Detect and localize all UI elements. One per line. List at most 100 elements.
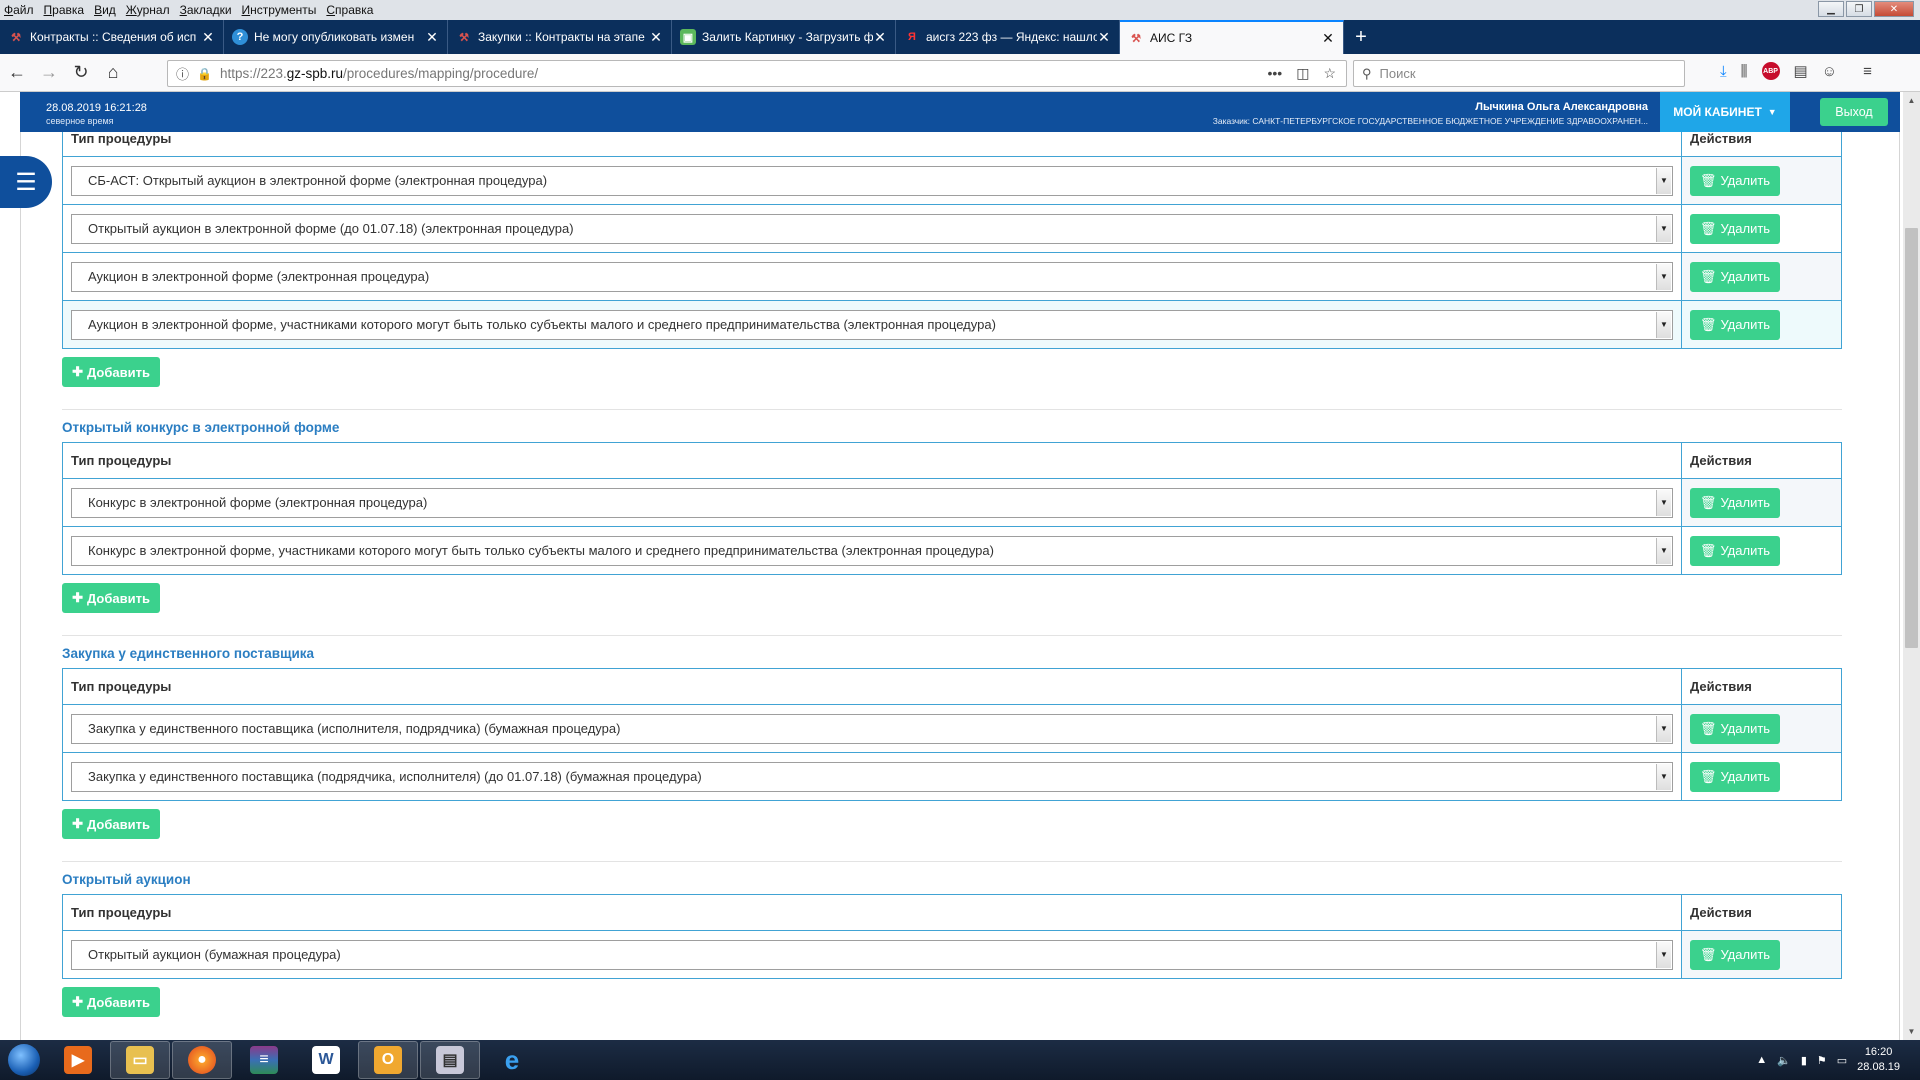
chevron-down-icon[interactable]: ▼ — [1656, 311, 1671, 338]
close-icon[interactable]: ✕ — [1097, 29, 1111, 46]
minimize-button[interactable]: ▁ — [1818, 1, 1844, 17]
browser-tab-active[interactable]: ⚒ АИС ГЗ ✕ — [1120, 20, 1344, 54]
close-icon[interactable]: ✕ — [873, 29, 887, 46]
delete-button[interactable]: 🗑 Удалить — [1690, 309, 1780, 340]
page-scrollbar[interactable]: ▲ ▼ — [1903, 92, 1920, 1040]
maximize-button[interactable]: ❐ — [1846, 1, 1872, 17]
clock[interactable]: 16:20 28.08.19 — [1857, 1045, 1900, 1075]
volume-icon[interactable]: 🔈 — [1777, 1054, 1791, 1067]
procedure-select[interactable]: Закупка у единственного поставщика (испо… — [71, 713, 1673, 744]
scrollbar-thumb[interactable] — [1905, 228, 1918, 648]
logout-button[interactable]: Выход — [1820, 98, 1888, 126]
adblock-icon[interactable]: ABP — [1761, 62, 1780, 80]
scroll-up-arrow[interactable]: ▲ — [1903, 92, 1920, 109]
menu-view[interactable]: Вид — [94, 3, 116, 17]
delete-button[interactable]: 🗑 Удалить — [1690, 535, 1780, 566]
address-bar[interactable]: ⓘ 🔒 https://223.gz-spb.ru/procedures/map… — [167, 60, 1347, 87]
procedure-select[interactable]: Аукцион в электронной форме, участниками… — [71, 309, 1673, 340]
chevron-down-icon[interactable]: ▼ — [1656, 715, 1671, 742]
scroll-down-arrow[interactable]: ▼ — [1903, 1023, 1920, 1040]
procedure-select[interactable]: Закупка у единственного поставщика (подр… — [71, 761, 1673, 792]
close-icon[interactable]: ✕ — [1321, 30, 1335, 47]
bookmark-star-icon[interactable]: ☆ — [1323, 65, 1336, 82]
menu-history[interactable]: Журнал — [126, 3, 170, 17]
add-button[interactable]: ✚ Добавить — [62, 357, 160, 387]
browser-tab[interactable]: ▣ Залить Картинку - Загрузить ф ✕ — [672, 20, 896, 54]
delete-button[interactable]: 🗑 Удалить — [1690, 487, 1780, 518]
close-icon[interactable]: ✕ — [425, 29, 439, 46]
taskbar-explorer[interactable]: ▭ — [110, 1041, 170, 1079]
chevron-down-icon[interactable]: ▼ — [1656, 763, 1671, 790]
sidebar-icon[interactable]: ▤ — [1794, 62, 1808, 80]
column-header-type: Тип процедуры — [62, 894, 1682, 931]
procedure-select[interactable]: Конкурс в электронной форме (электронная… — [71, 487, 1673, 518]
procedure-select[interactable]: Аукцион в электронной форме (электронная… — [71, 261, 1673, 292]
menu-bookmarks[interactable]: Закладки — [180, 3, 232, 17]
search-input[interactable]: ⚲ Поиск — [1353, 60, 1685, 87]
new-tab-button[interactable]: + — [1344, 20, 1378, 54]
browser-tab[interactable]: ⚒ Контракты :: Сведения об исп ✕ — [0, 20, 224, 54]
network-icon[interactable]: ▮ — [1801, 1054, 1807, 1067]
url-text[interactable]: https://223.gz-spb.ru/procedures/mapping… — [220, 66, 1268, 81]
back-button[interactable]: ← — [2, 58, 32, 88]
hammer-icon: ⚒ — [459, 31, 469, 44]
chevron-down-icon[interactable]: ▼ — [1656, 263, 1671, 290]
chevron-down-icon[interactable]: ▼ — [1656, 537, 1671, 564]
user-name: Лычкина Ольга Александровна — [1475, 101, 1648, 113]
info-icon[interactable]: ⓘ — [176, 64, 189, 83]
my-cabinet-button[interactable]: МОЙ КАБИНЕТ ▼ — [1660, 92, 1790, 132]
windows-taskbar: ▶ ▭ ● ≡ W O ▤ e ▲ 🔈 ▮ ⚑ ▭ 16:20 28.08.19 — [0, 1040, 1920, 1080]
chevron-down-icon[interactable]: ▼ — [1656, 215, 1671, 242]
menu-help[interactable]: Справка — [326, 3, 373, 17]
display-icon[interactable]: ▭ — [1837, 1054, 1847, 1067]
forward-button[interactable]: → — [34, 58, 64, 88]
procedure-select[interactable]: Открытый аукцион (бумажная процедура) ▼ — [71, 939, 1673, 970]
timezone-label: северное время — [46, 116, 114, 126]
chevron-down-icon[interactable]: ▼ — [1656, 941, 1671, 968]
close-icon[interactable]: ✕ — [201, 29, 215, 46]
taskbar-app[interactable]: ▤ — [420, 1041, 480, 1079]
browser-tab[interactable]: ? Не могу опубликовать измен ✕ — [224, 20, 448, 54]
procedure-select[interactable]: СБ-АСТ: Открытый аукцион в электронной ф… — [71, 165, 1673, 196]
account-icon[interactable]: ☺ — [1822, 63, 1837, 80]
delete-button[interactable]: 🗑 Удалить — [1690, 713, 1780, 744]
hamburger-menu-icon[interactable]: ≡ — [1863, 63, 1872, 80]
delete-button[interactable]: 🗑 Удалить — [1690, 939, 1780, 970]
taskbar-word[interactable]: W — [296, 1041, 356, 1079]
taskbar-media-player[interactable]: ▶ — [48, 1041, 108, 1079]
menu-edit[interactable]: Правка — [44, 3, 85, 17]
library-icon[interactable]: ⫼ — [1741, 63, 1748, 80]
pocket-icon[interactable]: ◫ — [1296, 65, 1309, 82]
browser-tab[interactable]: ⚒ Закупки :: Контракты на этапе ✕ — [448, 20, 672, 54]
menu-file[interactable]: Файл — [4, 3, 34, 17]
reload-button[interactable]: ↻ — [66, 58, 96, 88]
home-button[interactable]: ⌂ — [98, 58, 128, 88]
add-button[interactable]: ✚ Добавить — [62, 809, 160, 839]
add-button[interactable]: ✚ Добавить — [62, 583, 160, 613]
taskbar-outlook[interactable]: O — [358, 1041, 418, 1079]
start-button[interactable] — [0, 1040, 48, 1080]
menu-tools[interactable]: Инструменты — [242, 3, 317, 17]
chevron-down-icon[interactable]: ▼ — [1656, 489, 1671, 516]
toolbar-icons: ⤓ ⫼ ABP ▤ ☺ ≡ — [1720, 62, 1872, 80]
delete-button[interactable]: 🗑 Удалить — [1690, 261, 1780, 292]
browser-tab[interactable]: Я аисгз 223 фз — Яндекс: нашлос ✕ — [896, 20, 1120, 54]
tray-expand-icon[interactable]: ▲ — [1756, 1054, 1767, 1066]
taskbar-ie[interactable]: e — [482, 1041, 542, 1079]
sidebar-menu-button[interactable]: ☰ — [0, 156, 52, 208]
page-actions-icon[interactable]: ••• — [1267, 65, 1282, 82]
close-window-button[interactable]: ✕ — [1874, 1, 1914, 17]
close-icon[interactable]: ✕ — [649, 29, 663, 46]
delete-button[interactable]: 🗑 Удалить — [1690, 165, 1780, 196]
flag-icon[interactable]: ⚑ — [1817, 1054, 1827, 1067]
procedure-select[interactable]: Конкурс в электронной форме, участниками… — [71, 535, 1673, 566]
taskbar-firefox[interactable]: ● — [172, 1041, 232, 1079]
taskbar-winrar[interactable]: ≡ — [234, 1041, 294, 1079]
chevron-down-icon[interactable]: ▼ — [1656, 167, 1671, 194]
delete-button[interactable]: 🗑 Удалить — [1690, 213, 1780, 244]
delete-button[interactable]: 🗑 Удалить — [1690, 761, 1780, 792]
download-icon[interactable]: ⤓ — [1720, 63, 1727, 80]
add-button[interactable]: ✚ Добавить — [62, 987, 160, 1017]
lock-icon[interactable]: 🔒 — [197, 67, 212, 81]
procedure-select[interactable]: Открытый аукцион в электронной форме (до… — [71, 213, 1673, 244]
